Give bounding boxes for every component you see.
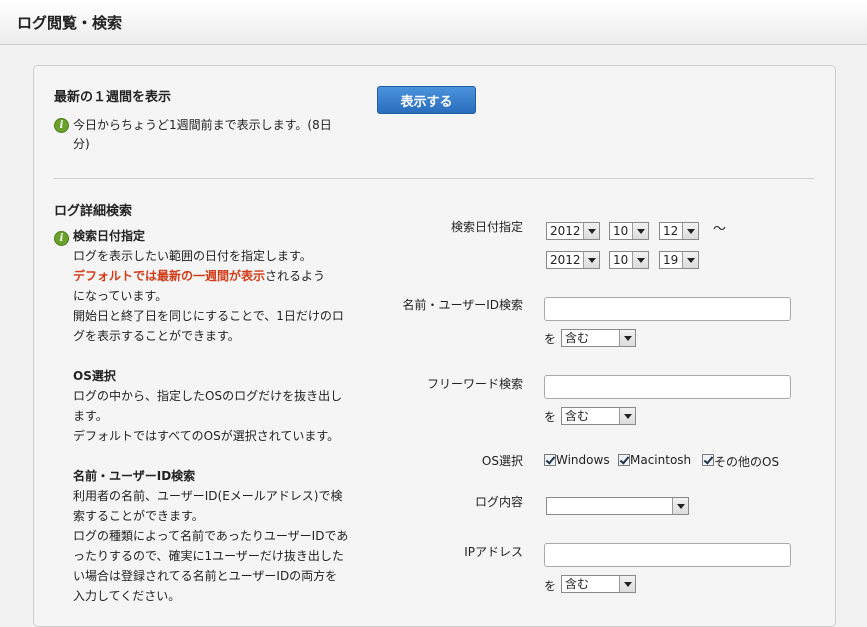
date-help-line: 開始日と終了日を同じにすることで、1日だけのロ <box>73 309 344 323</box>
end-month-select[interactable]: 10 <box>609 251 649 269</box>
os-help-line: デフォルトではすべてのOSが選択されています。 <box>73 429 340 443</box>
chevron-down-icon <box>682 252 698 268</box>
ip-label: IPアドレス <box>464 545 523 559</box>
page-title: ログ閲覧・検索 <box>17 14 123 32</box>
show-button[interactable]: 表示する <box>377 86 476 114</box>
end-month-value: 10 <box>613 253 629 267</box>
name-help-line: ログの種類によって名前であったりユーザーIDであ <box>73 529 349 543</box>
ip-match-value: 含む <box>565 577 590 591</box>
date-help-line: ログを表示したい範囲の日付を指定します。 <box>73 249 312 263</box>
os-help-title: OS選択 <box>73 369 116 383</box>
chevron-down-icon <box>632 252 648 268</box>
info-icon: i <box>54 231 69 246</box>
chevron-down-icon <box>619 576 635 592</box>
start-month-value: 10 <box>613 224 629 238</box>
end-day-value: 19 <box>663 253 679 267</box>
name-input[interactable] <box>544 297 791 321</box>
end-year-select[interactable]: 2012 <box>546 251 600 269</box>
end-day-select[interactable]: 19 <box>659 251 699 269</box>
date-help-emphasis: デフォルトでは最新の一週間が表示 <box>73 269 266 283</box>
recent-note-line1: 今日からちょうど1週間前まで表示します。(8日 <box>73 118 332 132</box>
name-help-line: 索することができます。 <box>73 509 204 523</box>
page-header: ログ閲覧・検索 <box>0 0 867 45</box>
log-content-select[interactable] <box>546 497 689 515</box>
os-windows-checkbox[interactable] <box>544 454 556 466</box>
free-match-select[interactable]: 含む <box>561 407 636 425</box>
name-match-value: 含む <box>565 331 590 345</box>
os-windows-label: Windows <box>556 453 610 467</box>
free-label: フリーワード検索 <box>426 377 523 391</box>
os-help-line: ログの中から、指定したOSのログだけを抜き出し <box>73 389 343 403</box>
os-other-checkbox[interactable] <box>702 454 714 466</box>
os-mac-label: Macintosh <box>630 453 692 467</box>
end-year-value: 2012 <box>550 253 581 267</box>
name-label: 名前・ユーザーID検索 <box>402 298 523 312</box>
name-help-line: ったりするので、確実に1ユーザーだけ抜き出した <box>73 549 344 563</box>
name-help-line: 入力してください。 <box>73 589 181 603</box>
start-year-value: 2012 <box>550 224 581 238</box>
start-year-select[interactable]: 2012 <box>546 222 600 240</box>
os-label: OS選択 <box>481 454 523 468</box>
detail-heading: ログ詳細検索 <box>54 204 133 219</box>
name-help-title: 名前・ユーザーID検索 <box>73 469 196 483</box>
start-day-select[interactable]: 12 <box>659 222 699 240</box>
name-match-select[interactable]: 含む <box>561 329 636 347</box>
recent-note-line2: 分) <box>73 137 90 151</box>
free-match-value: 含む <box>565 409 590 423</box>
info-icon: i <box>54 118 69 133</box>
date-label: 検索日付指定 <box>450 220 523 234</box>
chevron-down-icon <box>583 223 599 239</box>
ip-match-select[interactable]: 含む <box>561 575 636 593</box>
name-help-line: い場合は登録されてる名前とユーザーIDの両方を <box>73 569 338 583</box>
os-other-label: その他のOS <box>714 455 780 469</box>
start-month-select[interactable]: 10 <box>609 222 649 240</box>
chevron-down-icon <box>682 223 698 239</box>
chevron-down-icon <box>632 223 648 239</box>
chevron-down-icon <box>619 330 635 346</box>
free-word-input[interactable] <box>544 375 791 399</box>
range-tilde: ～ <box>713 222 727 237</box>
name-help-line: 利用者の名前、ユーザーID(Eメールアドレス)で検 <box>73 489 343 503</box>
date-help-text: されるよう <box>265 269 326 283</box>
os-help-line: ます。 <box>73 409 108 423</box>
chevron-down-icon <box>583 252 599 268</box>
wo-label: を <box>544 410 557 424</box>
date-help-title: 検索日付指定 <box>73 229 146 243</box>
date-help-line: になっています。 <box>73 289 168 303</box>
recent-heading: 最新の１週間を表示 <box>54 90 172 105</box>
date-help-line: デフォルトでは最新の一週間が表示されるよう <box>73 266 325 286</box>
chevron-down-icon <box>619 408 635 424</box>
date-help-line: グを表示することができます。 <box>73 329 240 343</box>
ip-input[interactable] <box>544 543 791 567</box>
start-day-value: 12 <box>663 224 679 238</box>
wo-label: を <box>544 579 557 593</box>
log-content-label: ログ内容 <box>474 495 523 509</box>
chevron-down-icon <box>672 498 688 514</box>
wo-label: を <box>544 332 557 346</box>
divider <box>54 178 814 179</box>
os-mac-checkbox[interactable] <box>618 454 630 466</box>
